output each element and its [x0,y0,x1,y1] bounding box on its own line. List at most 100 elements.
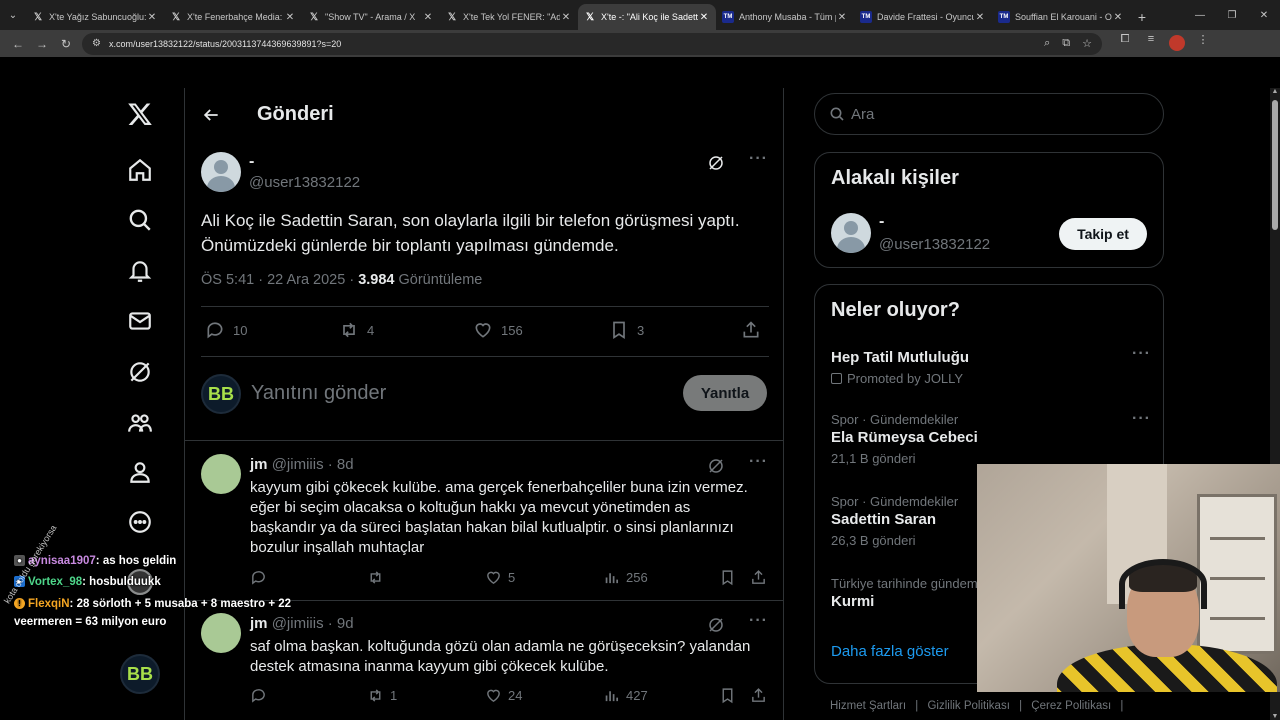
url-field[interactable]: ⚙ x.com/user13832122/status/200311374436… [82,32,1102,55]
reply-button[interactable]: Yanıtla [683,375,767,411]
more-circle-icon[interactable] [118,500,162,544]
bookmark-star-icon[interactable]: ☆ [1082,37,1092,50]
bookmark-action[interactable]: 3 [609,320,644,340]
share-action[interactable] [750,687,773,704]
show-more-link[interactable]: Daha fazla göster [831,643,949,660]
close-tab-icon[interactable]: ✕ [284,12,296,23]
author-handle[interactable]: @user13832122 [249,174,360,191]
site-info-icon[interactable]: ⚙ [92,38,101,49]
tab-search-icon[interactable]: ⌄ [0,0,26,30]
browser-tab[interactable]: 𝕏 "Show TV" - Arama / X ✕ [302,4,440,30]
back-arrow-icon[interactable] [201,105,221,125]
messages-icon[interactable] [118,299,162,343]
view-count: 3.984 [358,272,395,288]
close-window-icon[interactable]: ✕ [1248,0,1280,30]
more-options-icon[interactable]: ··· [749,150,768,168]
reply-composer: BB Yanıtını gönder Yanıtla [201,372,769,416]
transfermarkt-favicon-icon: TM [998,11,1010,23]
trend-item[interactable]: Spor · Gündemdekiler Ela Rümeysa Cebeci … [831,410,1151,466]
communities-icon[interactable] [118,401,162,445]
repost-action[interactable] [367,569,390,586]
media-icon[interactable]: ≡ [1138,33,1164,54]
post-time[interactable]: ÖS 5:41 · 22 Ara 2025 · [201,272,358,288]
close-tab-icon[interactable]: ✕ [974,12,986,23]
like-action[interactable]: 156 [473,320,523,340]
home-icon[interactable] [118,148,162,192]
x-favicon-icon: 𝕏 [33,11,43,23]
trend-item[interactable]: Hep Tatil Mutluluğu Promoted by JOLLY ··… [831,345,1151,386]
more-options-icon[interactable]: ··· [1132,345,1151,363]
browser-tab[interactable]: 𝕏 X'te Fenerbahçe Media: " ✕ [164,4,302,30]
browser-tab[interactable]: 𝕏 X'te -: "Ali Koç ile Sadettin ✕ [578,4,716,30]
share-action[interactable] [741,320,769,340]
install-icon[interactable]: ⧉ [1062,37,1070,50]
reply-item[interactable]: jm @jimiiis · 8d ··· kayyum gibi çökecek… [201,453,769,589]
reload-icon[interactable]: ↻ [54,37,78,51]
back-nav-icon[interactable]: ← [6,37,30,51]
close-tab-icon[interactable]: ✕ [560,12,572,23]
address-bar-row: ← → ↻ ⚙ x.com/user13832122/status/200311… [0,30,1280,57]
terms-link[interactable]: Hizmet Şartları [830,700,906,712]
browser-tab[interactable]: TM Davide Frattesi - Oyuncu ✕ [854,4,992,30]
browser-tab[interactable]: 𝕏 X'te Tek Yol FENER: "Adid ✕ [440,4,578,30]
explore-icon[interactable] [118,198,162,242]
reply-input[interactable]: Yanıtını gönder [251,382,386,405]
avatar[interactable] [201,613,241,653]
reply-action[interactable] [250,569,273,586]
browser-tab[interactable]: TM Souffian El Karouani - Oy ✕ [992,4,1130,30]
menu-icon[interactable]: ⋮ [1190,33,1216,54]
profile-icon[interactable] [118,450,162,494]
new-tab-button[interactable]: + [1130,4,1154,30]
privacy-link[interactable]: Gizlilik Politikası [927,700,1009,712]
repost-action[interactable]: 4 [339,320,374,340]
follow-button[interactable]: Takip et [1059,218,1147,250]
bookmark-action[interactable] [719,687,742,704]
profile-avatar[interactable] [1164,33,1190,54]
reply-author[interactable]: jm @jimiiis · 9d [250,615,354,632]
zoom-icon[interactable]: ⌕ [1044,37,1050,50]
cookie-link[interactable]: Çerez Politikası [1031,700,1111,712]
reply-item[interactable]: jm @jimiiis · 9d ··· saf olma başkan. ko… [201,612,769,713]
close-tab-icon[interactable]: ✕ [146,12,158,23]
account-avatar[interactable]: BB [120,654,160,694]
avatar[interactable] [201,152,241,192]
grok-explain-icon[interactable] [707,154,725,172]
avatar[interactable] [831,213,871,253]
repost-action[interactable]: 1 [367,687,397,704]
forward-nav-icon[interactable]: → [30,37,54,51]
more-options-icon[interactable]: ··· [1132,410,1151,428]
minimize-icon[interactable]: — [1184,0,1216,30]
grok-explain-icon[interactable] [707,457,725,475]
reply-author[interactable]: jm @jimiiis · 8d [250,456,354,473]
close-tab-icon[interactable]: ✕ [698,12,710,23]
search-input[interactable]: Ara [814,93,1164,135]
like-action[interactable]: 24 [485,687,522,704]
close-tab-icon[interactable]: ✕ [1112,12,1124,23]
scroll-thumb[interactable] [1272,100,1278,230]
views-action[interactable]: 427 [603,687,648,704]
views-action[interactable]: 256 [603,569,648,586]
scroll-up-icon[interactable]: ▲ [1270,88,1280,95]
grok-icon[interactable] [118,350,162,394]
x-logo-icon[interactable] [118,92,162,136]
more-options-icon[interactable]: ··· [749,612,768,630]
browser-tab[interactable]: 𝕏 X'te Yağız Sabuncuoğlu: " ✕ [26,4,164,30]
related-name[interactable]: - [879,213,884,231]
author-name[interactable]: - [249,153,254,171]
browser-tab[interactable]: TM Anthony Musaba - Tüm p ✕ [716,4,854,30]
close-tab-icon[interactable]: ✕ [836,12,848,23]
reply-action[interactable]: 10 [205,320,247,340]
avatar[interactable] [201,454,241,494]
reply-action[interactable] [250,687,273,704]
grok-explain-icon[interactable] [707,616,725,634]
scroll-down-icon[interactable]: ▼ [1270,713,1280,720]
like-action[interactable]: 5 [485,569,515,586]
restore-icon[interactable]: ❐ [1216,0,1248,30]
extensions-icon[interactable]: ⧠ [1112,33,1138,54]
close-tab-icon[interactable]: ✕ [422,12,434,23]
share-action[interactable] [750,569,773,586]
card-title: Neler oluyor? [831,299,960,321]
bookmark-action[interactable] [719,569,742,586]
notifications-icon[interactable] [118,249,162,293]
more-options-icon[interactable]: ··· [749,453,768,471]
